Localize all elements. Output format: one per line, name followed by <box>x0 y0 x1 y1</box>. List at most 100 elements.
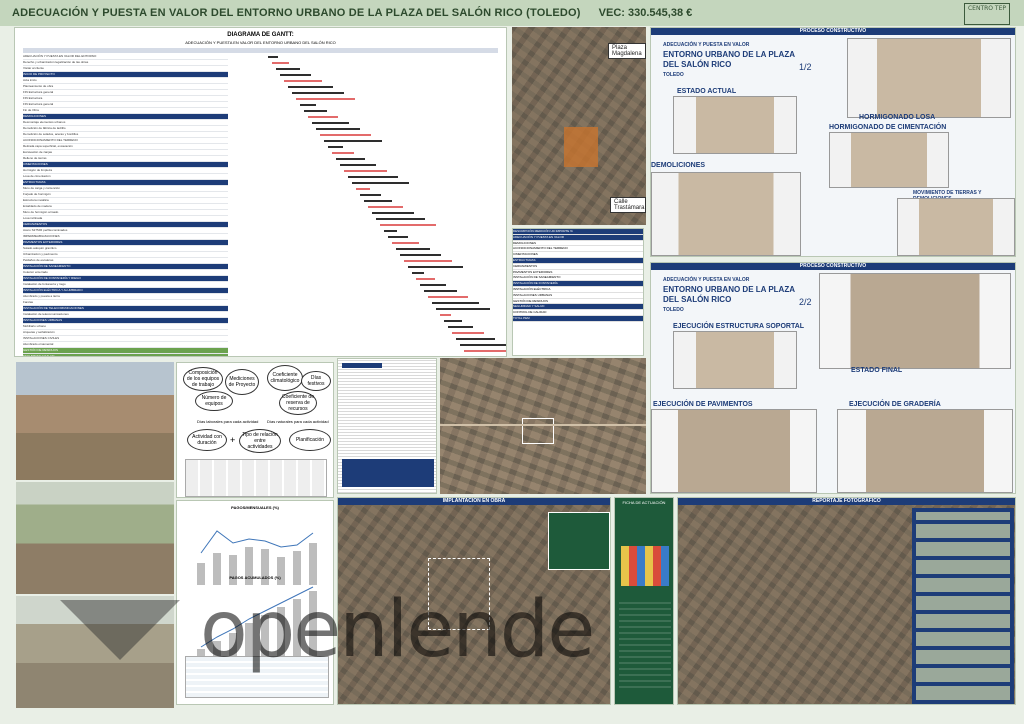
gantt-bar <box>324 140 382 142</box>
chart-title-cumulative: PAGOS ACUMULADOS (%) <box>229 575 281 580</box>
bubble-planificacion: Planificación <box>289 429 331 451</box>
gantt-bar <box>328 146 343 148</box>
label-dias-naturales: Días naturales para cada actividad <box>267 419 329 424</box>
gantt-bar <box>368 206 403 208</box>
stage-label: ESTADO ACTUAL <box>677 88 737 95</box>
gantt-bar <box>280 74 311 76</box>
bubble-relacion: Tipo de relación entre actividades <box>239 429 281 453</box>
aerial-photo-city <box>440 358 646 494</box>
plus-icon: + <box>230 435 236 445</box>
implantation-title: IMPLANTACIÓN EN OBRA <box>338 498 610 505</box>
gantt-bar <box>276 68 300 70</box>
bubble-reserva: Coeficiente de reserva de recursos <box>279 391 317 415</box>
gantt-bar <box>284 80 322 82</box>
watermark-shape <box>60 600 180 660</box>
gantt-bar <box>384 230 397 232</box>
gantt-bar <box>360 194 381 196</box>
gantt-bar <box>300 104 316 106</box>
gantt-bar <box>456 338 495 340</box>
process-title: ADECUACIÓN Y PUESTA EN VALOR ENTORNO URB… <box>663 277 795 313</box>
budget-rows: DESCRIPCIÓN MEDICIÓN UD IMPORTE % ADECUAC… <box>513 229 643 322</box>
bubble-numero: Número de equipos <box>195 391 233 411</box>
stage-image <box>829 132 949 188</box>
aerial-photo-location: Plaza Magdalena Calle Trastámara <box>512 27 646 225</box>
gantt-task-list: ADECUACIÓN Y PUESTA EN VALOR DEL ENTORNO… <box>23 54 228 356</box>
gantt-bar <box>448 326 473 328</box>
legend-box <box>548 512 610 570</box>
gantt-bar <box>308 116 338 118</box>
site-highlight <box>564 127 598 167</box>
header-bar: ADECUACIÓN Y PUESTA EN VALOR DEL ENTORNO… <box>0 0 1024 26</box>
text-document <box>337 358 437 494</box>
gantt-bar <box>296 98 355 100</box>
site-photo-1 <box>16 362 174 480</box>
summary-table <box>342 459 434 487</box>
gantt-bar <box>396 248 430 250</box>
gantt-bar <box>432 302 479 304</box>
gantt-bar <box>272 62 289 64</box>
gantt-bar <box>440 314 451 316</box>
gantt-bar <box>452 332 484 334</box>
gantt-bar <box>408 266 463 268</box>
gantt-bar <box>356 188 370 190</box>
gantt-bar <box>428 296 468 298</box>
gantt-bar <box>352 182 409 184</box>
gantt-bar <box>288 86 333 88</box>
stage-image-final <box>819 273 1011 369</box>
process-section-title: PROCESO CONSTRUCTIVO <box>651 263 1015 270</box>
gantt-bar <box>336 158 365 160</box>
gantt-bar <box>316 128 360 130</box>
gantt-bar <box>392 242 419 244</box>
gantt-bar <box>292 92 344 94</box>
bubble-equipos: Composición de los equipos de trabajo <box>183 367 223 391</box>
photo-report-title: REPORTAJE FOTOGRÁFICO <box>678 498 1015 505</box>
stage-label: HORMIGONADO DE CIMENTACIÓN <box>829 124 947 131</box>
gantt-bar <box>340 164 376 166</box>
gantt-bar <box>332 152 354 154</box>
bubble-coef-clima: Coeficiente climatológico <box>267 365 303 391</box>
site-marker <box>522 418 554 444</box>
budget-table: DESCRIPCIÓN MEDICIÓN UD IMPORTE % ADECUAC… <box>512 228 644 356</box>
gantt-bar <box>344 170 387 172</box>
process-panel-1: PROCESO CONSTRUCTIVO ADECUACIÓN Y PUESTA… <box>650 27 1016 257</box>
gantt-subtitle: ADECUACIÓN Y PUESTA EN VALOR DEL ENTORNO… <box>185 40 336 45</box>
logo: CENTRO TEP <box>964 3 1010 25</box>
gantt-bar <box>404 260 452 262</box>
gantt-bar <box>364 200 392 202</box>
label-dias-laborales: Días laborales para cada actividad <box>197 419 259 424</box>
bubble-actividad: Actividad con duración <box>187 429 227 451</box>
gantt-bar <box>464 350 506 352</box>
label-plaza: Plaza Magdalena <box>608 43 646 59</box>
gantt-bar <box>468 356 478 357</box>
budget-value: VEC: 330.545,38 € <box>598 7 693 19</box>
thumbnail-grid <box>912 508 1014 704</box>
bubble-mediciones: Mediciones de Proyecto <box>225 369 259 395</box>
gantt-chart-area <box>228 54 506 357</box>
stage-label: HORMIGONADO LOSA <box>859 114 936 121</box>
safety-title: FICHA DE ACTUACIÓN <box>622 500 666 505</box>
stage-image <box>651 409 817 493</box>
gantt-bar <box>320 134 371 136</box>
gantt-panel: DIAGRAMA DE GANTT: ADECUACIÓN Y PUESTA E… <box>14 27 507 357</box>
gantt-bar <box>412 272 424 274</box>
methodology-diagram: Composición de los equipos de trabajo Me… <box>176 362 334 498</box>
gantt-bar <box>420 284 446 286</box>
gantt-bar <box>424 290 457 292</box>
budget-total: TOTAL PEM <box>513 315 643 322</box>
stage-label: EJECUCIÓN DE PAVIMENTOS <box>653 401 753 408</box>
gantt-bar <box>460 344 506 346</box>
gantt-bar <box>372 212 414 214</box>
stage-image <box>897 198 1015 256</box>
gantt-bar <box>400 254 441 256</box>
gantt-bar <box>312 122 349 124</box>
gantt-bar <box>268 56 278 58</box>
gantt-bar <box>388 236 408 238</box>
stage-image-final-top <box>847 38 1011 118</box>
safety-signs <box>621 546 669 586</box>
process-section-title: PROCESO CONSTRUCTIVO <box>651 28 1015 35</box>
stage-label: ESTADO FINAL <box>851 367 903 374</box>
stage-label: EJECUCIÓN ESTRUCTURA SOPORTAL <box>673 323 805 330</box>
stage-image <box>673 331 797 389</box>
stage-image <box>673 96 797 154</box>
chart-title-monthly: PAGOS/MENSUALES (%) <box>231 505 279 510</box>
